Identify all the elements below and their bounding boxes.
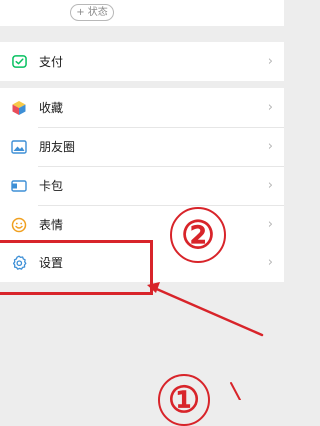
- annotation-arrows: [147, 282, 264, 400]
- pointer-arrow-head: [147, 282, 160, 293]
- pointer-arrow-line: [150, 285, 264, 337]
- step-1-pointer-line: [230, 382, 241, 400]
